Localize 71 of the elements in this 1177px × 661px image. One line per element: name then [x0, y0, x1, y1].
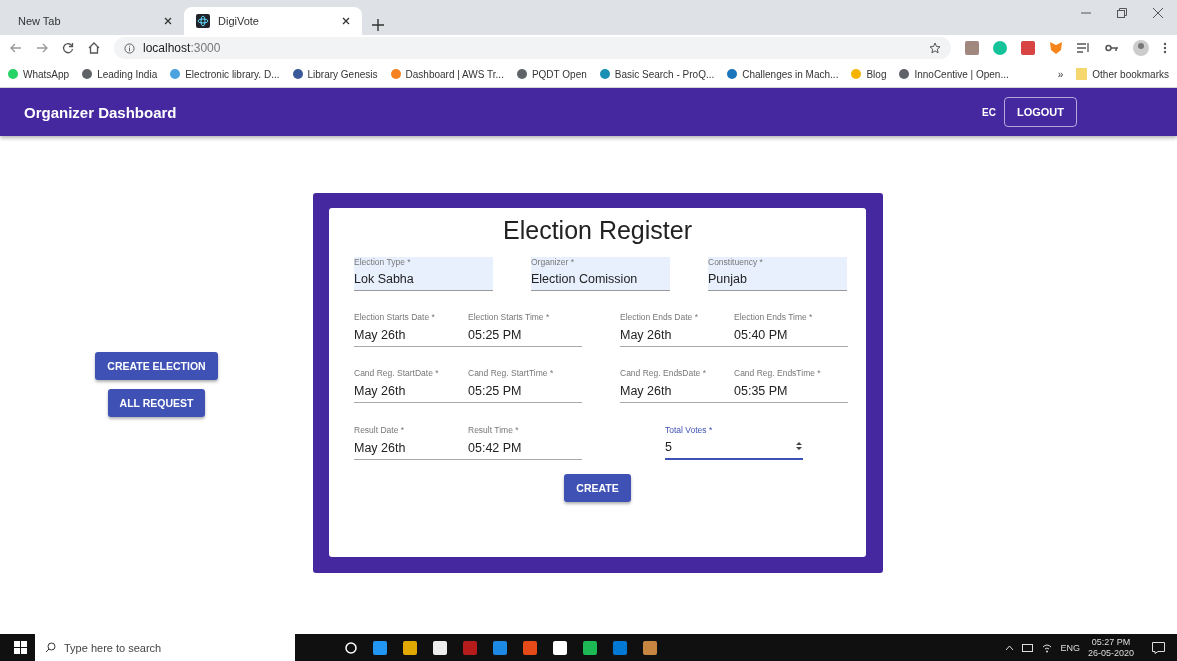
avatar-icon[interactable]	[1133, 40, 1149, 56]
atom-icon	[196, 14, 210, 28]
text-field[interactable]: Constituency * Punjab	[708, 257, 847, 291]
logout-button[interactable]: LOGOUT	[1003, 97, 1077, 127]
bookmark-link[interactable]: InnoCentive | Open...	[899, 68, 1009, 80]
form-title: Election Register	[502, 216, 693, 245]
back-icon[interactable]	[10, 42, 22, 54]
fox-icon[interactable]	[1049, 41, 1063, 55]
key-icon[interactable]	[1105, 43, 1119, 53]
bookmark-link[interactable]: Leading India	[82, 68, 158, 80]
sidebar-button[interactable]: CREATE ELECTION	[95, 352, 218, 380]
date-field[interactable]: Election Starts Date * May 26th	[354, 313, 468, 346]
bookmark-link[interactable]: Challenges in Mach...	[727, 68, 839, 80]
app-icon[interactable]	[373, 640, 387, 655]
close-icon[interactable]	[1153, 7, 1163, 18]
app-icon[interactable]	[553, 640, 567, 655]
star-icon[interactable]	[929, 42, 941, 54]
battery-icon[interactable]	[1022, 643, 1035, 652]
wifi-icon[interactable]	[1042, 642, 1053, 653]
sidebar-button[interactable]: ALL REQUEST	[107, 389, 206, 417]
home-icon[interactable]	[88, 42, 100, 54]
text-field[interactable]: Election Type * Lok Sabha	[354, 257, 493, 291]
search-icon	[45, 642, 56, 653]
windows-icon[interactable]	[14, 641, 27, 654]
number-field[interactable]: Total Votes * 5	[665, 424, 803, 460]
create-button[interactable]: CREATE	[564, 473, 631, 502]
playlist-icon[interactable]	[1077, 42, 1091, 54]
time-field[interactable]: Cand Reg. EndsTime * 05:35 PM	[734, 368, 848, 402]
language-indicator[interactable]: ENG	[1060, 642, 1080, 653]
address-bar[interactable]: localhost:3000	[114, 37, 951, 59]
bookmark-link[interactable]: PQDT Open	[516, 68, 587, 80]
bookmark-link[interactable]: Dashboard | AWS Tr...	[390, 68, 504, 80]
app-title: Organizer Dashboard	[24, 103, 178, 121]
info-icon	[124, 42, 135, 54]
app-icon[interactable]	[583, 640, 597, 655]
time-field[interactable]: Result Time * 05:42 PM	[468, 425, 582, 459]
time-field[interactable]: Election Ends Time * 05:40 PM	[734, 313, 848, 346]
chevron-up-icon[interactable]	[1005, 644, 1015, 651]
app-icon[interactable]	[433, 640, 447, 655]
browser-tab[interactable]: DigiVote	[184, 7, 362, 35]
time-field[interactable]: Election Starts Time * 05:25 PM	[468, 313, 582, 346]
taskbar-search[interactable]: Type here to search	[35, 634, 295, 661]
bookmark-link[interactable]: Library Genesis	[292, 68, 378, 80]
app-icon[interactable]	[403, 640, 417, 655]
user-initials: EC	[982, 106, 996, 118]
bookmark-link[interactable]: Other bookmarks	[1076, 68, 1169, 80]
time-field[interactable]: Cand Reg. StartTime * 05:25 PM	[468, 368, 582, 402]
notification-icon[interactable]	[1152, 641, 1165, 654]
forward-icon[interactable]	[36, 42, 48, 54]
app-icon[interactable]	[643, 640, 657, 655]
date-field[interactable]: Result Date * May 26th	[354, 425, 468, 459]
bookmark-link[interactable]: Blog	[851, 68, 887, 80]
close-icon[interactable]	[342, 17, 350, 25]
browser-tab[interactable]: New Tab	[6, 7, 184, 35]
more-bookmarks[interactable]: »	[1057, 68, 1064, 80]
restore-icon[interactable]	[1117, 7, 1127, 18]
text-field[interactable]: Organizer * Election Comission	[531, 257, 670, 291]
date-field[interactable]: Cand Reg. EndsDate * May 26th	[620, 368, 734, 402]
date-field[interactable]: Election Ends Date * May 26th	[620, 313, 734, 346]
folder-icon	[1076, 68, 1088, 80]
close-icon[interactable]	[164, 17, 172, 25]
date-field[interactable]: Cand Reg. StartDate * May 26th	[354, 368, 468, 402]
reload-icon[interactable]	[62, 42, 74, 54]
bookmark-link[interactable]: WhatsApp	[8, 68, 70, 80]
plus-icon[interactable]	[372, 19, 384, 31]
spinner-icon[interactable]	[795, 441, 803, 452]
menu-icon[interactable]	[1163, 42, 1167, 54]
bookmark-link[interactable]: Basic Search - ProQ...	[599, 68, 715, 80]
cortana-icon[interactable]	[345, 641, 357, 654]
clock[interactable]: 05:27 PM 26-05-2020	[1087, 636, 1134, 659]
bookmark-link[interactable]: Electronic library. D...	[170, 68, 280, 80]
